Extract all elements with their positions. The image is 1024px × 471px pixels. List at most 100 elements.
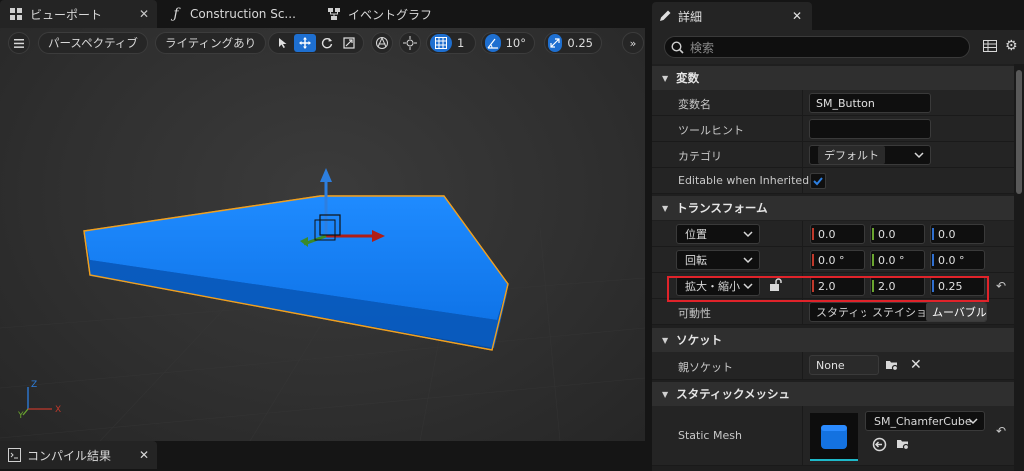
variable-name-label: 変数名 <box>678 98 711 111</box>
rotation-dropdown[interactable]: 回転 <box>676 250 760 270</box>
scale-row-highlight-box <box>667 276 989 302</box>
row-rotation: 回転 0.0 ° 0.0 ° 0.0 ° <box>652 247 1014 273</box>
close-icon[interactable]: ✕ <box>139 7 149 21</box>
reset-arrow-icon[interactable]: ↶ <box>996 424 1006 438</box>
editor-tab-bar: ビューポート ✕ ƒ Construction Sc... イベントグラフ <box>0 0 645 28</box>
row-variable-name: 変数名 SM_Button <box>652 90 1014 116</box>
tab-details[interactable]: 詳細 ✕ <box>652 2 812 30</box>
rotation-x-input[interactable]: 0.0 ° <box>810 250 865 270</box>
tab-compile-results[interactable]: コンパイル結果 ✕ <box>0 441 157 469</box>
bottom-tab-bar: コンパイル結果 ✕ <box>0 441 645 471</box>
collapse-triangle-icon: ▼ <box>662 203 669 213</box>
details-search-input[interactable]: 検索 <box>664 36 970 58</box>
tab-label: イベントグラフ <box>348 7 433 22</box>
location-x-input[interactable]: 0.0 <box>810 224 865 244</box>
collapse-triangle-icon: ▼ <box>662 73 669 83</box>
row-parent-socket: 親ソケット None ✕ <box>652 352 1014 380</box>
gear-icon[interactable]: ⚙ <box>1005 38 1018 54</box>
parent-socket-value[interactable]: None <box>809 355 879 375</box>
editable-label: Editable when Inherited <box>678 174 810 187</box>
details-tab-bar: 詳細 ✕ <box>652 0 1024 30</box>
tooltip-input[interactable] <box>809 119 931 139</box>
svg-text:Z: Z <box>31 380 37 390</box>
details-panel: 検索 ⚙ ▼ 変数 変数名 SM_Button ツールヒント カテゴリ デフォルト… <box>652 30 1024 471</box>
rotation-y-input[interactable]: 0.0 ° <box>870 250 925 270</box>
row-location: 位置 0.0 0.0 0.0 <box>652 221 1014 247</box>
collapse-triangle-icon: ▼ <box>662 335 669 345</box>
parent-socket-label: 親ソケット <box>678 361 733 374</box>
tab-event-graph[interactable]: イベントグラフ <box>318 0 468 28</box>
row-tooltip: ツールヒント <box>652 116 1014 142</box>
mobility-option-stationary[interactable]: ステイショナリー <box>866 303 926 321</box>
grid-icon <box>8 6 24 22</box>
cube-thumbnail-icon <box>821 425 847 449</box>
category-dropdown[interactable]: デフォルト <box>809 145 931 165</box>
table-view-icon[interactable] <box>983 39 997 56</box>
section-static-mesh[interactable]: ▼ スタティックメッシュ <box>652 382 1014 406</box>
section-title: スタティックメッシュ <box>676 387 791 401</box>
row-editable-inherited: Editable when Inherited <box>652 168 1014 194</box>
mobility-label: 可動性 <box>678 307 711 320</box>
pencil-icon <box>658 9 672 23</box>
location-dropdown[interactable]: 位置 <box>676 224 760 244</box>
close-icon[interactable]: ✕ <box>139 448 149 462</box>
mobility-option-movable[interactable]: ムーバブル <box>926 303 986 321</box>
mesh-thumbnail[interactable] <box>810 413 858 461</box>
scene-canvas <box>0 168 645 441</box>
editable-checkbox[interactable] <box>810 173 826 189</box>
clear-x-icon[interactable]: ✕ <box>910 357 922 373</box>
mobility-option-static[interactable]: スタティック <box>810 303 866 321</box>
location-y-input[interactable]: 0.0 <box>870 224 925 244</box>
rotation-label: 回転 <box>685 254 707 267</box>
browse-socket-icon[interactable] <box>885 358 900 376</box>
chevron-down-icon <box>743 255 753 268</box>
viewport[interactable]: パースペクティブ ライティングあり 1 10° 0.25 » Z X Y <box>0 28 645 441</box>
tab-label: 詳細 <box>678 9 703 24</box>
svg-text:Y: Y <box>18 411 24 419</box>
tab-viewport[interactable]: ビューポート ✕ <box>0 0 157 28</box>
tab-label: ビューポート <box>30 7 103 22</box>
world-axis-indicator: Z X Y <box>18 380 61 419</box>
static-mesh-value: SM_ChamferCube <box>874 414 972 428</box>
checkmark-icon <box>813 177 823 186</box>
tab-label: コンパイル結果 <box>27 448 112 463</box>
compile-results-icon <box>8 448 21 462</box>
rotation-z-input[interactable]: 0.0 ° <box>930 250 985 270</box>
location-label: 位置 <box>685 228 707 241</box>
section-title: ソケット <box>676 333 723 347</box>
svg-text:X: X <box>55 405 61 415</box>
function-icon: ƒ <box>173 6 179 22</box>
row-mobility: 可動性 スタティック ステイショナリー ムーバブル <box>652 299 1014 325</box>
close-icon[interactable]: ✕ <box>792 9 802 23</box>
row-static-mesh: Static Mesh SM_ChamferCube ↶ <box>652 406 1014 466</box>
static-mesh-dropdown[interactable]: SM_ChamferCube <box>865 411 985 431</box>
reset-arrow-icon[interactable]: ↶ <box>996 279 1006 293</box>
browse-asset-icon[interactable] <box>896 437 911 455</box>
section-title: トランスフォーム <box>676 201 768 215</box>
chevron-down-icon <box>743 229 753 242</box>
variable-name-input[interactable]: SM_Button <box>809 93 931 113</box>
collapse-triangle-icon: ▼ <box>662 389 669 399</box>
tab-construction-script[interactable]: ƒ Construction Sc... <box>160 0 310 28</box>
section-variable[interactable]: ▼ 変数 <box>652 66 1014 90</box>
details-scrollbar[interactable] <box>1014 64 1024 471</box>
scrollbar-thumb[interactable] <box>1016 70 1022 194</box>
category-value: デフォルト <box>818 146 885 164</box>
category-label: カテゴリ <box>678 150 722 163</box>
tab-label: Construction Sc... <box>190 7 296 21</box>
graph-icon <box>326 6 342 22</box>
mobility-segmented-control[interactable]: スタティック ステイショナリー ムーバブル <box>809 302 987 322</box>
use-selected-asset-icon[interactable] <box>872 437 887 455</box>
chevron-down-icon <box>914 150 924 163</box>
section-socket[interactable]: ▼ ソケット <box>652 328 1014 352</box>
search-placeholder: 検索 <box>690 40 715 55</box>
button-mesh[interactable] <box>83 195 509 351</box>
section-transform[interactable]: ▼ トランスフォーム <box>652 196 1014 220</box>
chevron-down-icon <box>968 416 978 429</box>
row-category: カテゴリ デフォルト <box>652 142 1014 168</box>
static-mesh-label: Static Mesh <box>678 429 742 442</box>
tooltip-label: ツールヒント <box>678 124 744 137</box>
location-z-input[interactable]: 0.0 <box>930 224 985 244</box>
details-search-row: 検索 ⚙ <box>652 30 1024 64</box>
section-title: 変数 <box>676 71 700 85</box>
